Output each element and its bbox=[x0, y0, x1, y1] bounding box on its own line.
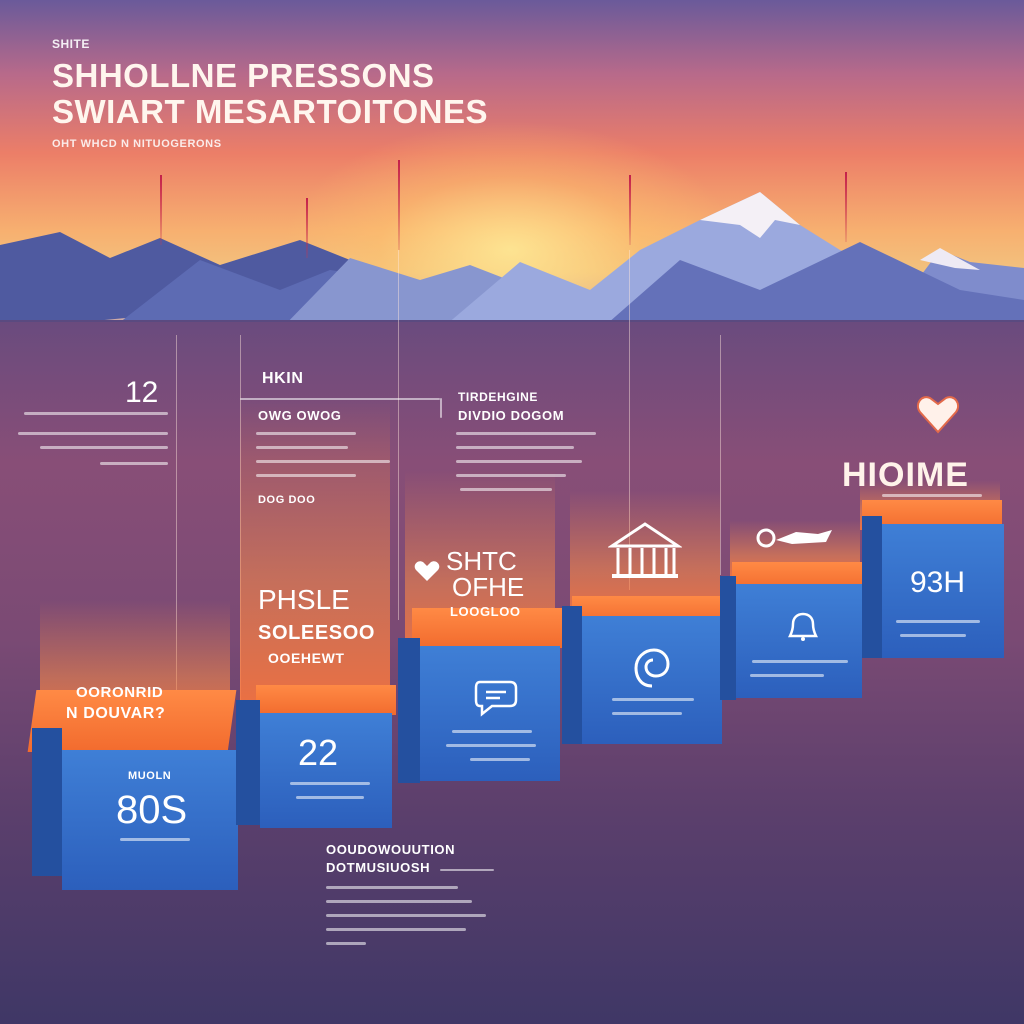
col6-line-1 bbox=[882, 494, 982, 497]
footer-line-1 bbox=[326, 886, 458, 889]
box-3-side bbox=[398, 638, 420, 783]
col1-value: 80S bbox=[116, 788, 188, 832]
col2-heading: OWG OWOG bbox=[258, 408, 342, 423]
col6-value: 93H bbox=[910, 566, 966, 599]
pole-1 bbox=[160, 175, 162, 245]
col3-line-5 bbox=[460, 488, 552, 491]
title-line-1: SHHOLLNE PRESSONS bbox=[52, 57, 435, 94]
bell-icon bbox=[787, 612, 819, 641]
footer-heading-1: OOUDOWOUUTION bbox=[326, 842, 456, 857]
chat-icon bbox=[474, 680, 518, 717]
col1-line-1 bbox=[24, 412, 168, 415]
footer-line-5 bbox=[326, 942, 366, 945]
col2-line-3 bbox=[256, 460, 390, 463]
pole-4 bbox=[629, 175, 631, 245]
box-2-side bbox=[236, 700, 260, 825]
box-4-side bbox=[562, 606, 582, 744]
spa-icon bbox=[756, 528, 832, 548]
box-3-line-3 bbox=[470, 758, 530, 761]
pole-2 bbox=[306, 198, 308, 258]
heart-icon bbox=[916, 396, 960, 434]
box-5-side bbox=[720, 576, 736, 700]
box-1-side bbox=[32, 728, 62, 876]
box-5-line-2 bbox=[750, 674, 824, 677]
footer-heading-2: DOTMUSIUOSH bbox=[326, 860, 431, 875]
title-line-2: SWIART MESARTOITONES bbox=[52, 93, 488, 130]
guide-3 bbox=[398, 250, 399, 620]
footer-line-2 bbox=[326, 900, 472, 903]
col2-card-line-1: PHSLE bbox=[258, 584, 350, 615]
box-5-line-1 bbox=[752, 660, 848, 663]
tagline: OHT WHCD N NITUOGERONS bbox=[52, 138, 222, 150]
footer-rule bbox=[440, 869, 494, 871]
col1-line-2 bbox=[18, 432, 168, 435]
box-2-line-1 bbox=[290, 782, 370, 785]
col1-line-3 bbox=[40, 446, 168, 449]
top-label: SHITE bbox=[52, 37, 90, 51]
infographic: SHITE SHHOLLNE PRESSONS SWIART MESARTOIT… bbox=[0, 0, 1024, 1024]
col1-line-4 bbox=[100, 462, 168, 465]
col3-card-line-2: OFHE bbox=[452, 572, 525, 602]
box-4-line-2 bbox=[612, 712, 682, 715]
col1-value-small: MUOLN bbox=[128, 770, 172, 782]
col3-line-4 bbox=[456, 474, 566, 477]
col2-connector-drop bbox=[440, 398, 442, 418]
box-1-line bbox=[120, 838, 190, 841]
pole-3 bbox=[398, 160, 400, 250]
col3-heading-1: TIRDEHGINE bbox=[458, 390, 539, 404]
col2-line-4 bbox=[256, 474, 356, 477]
col3-card-line-3: LOOGLOO bbox=[450, 604, 521, 619]
footer-line-4 bbox=[326, 928, 466, 931]
pole-5 bbox=[845, 172, 847, 242]
col1-overlay-text-2: N DOUVAR? bbox=[66, 705, 166, 722]
mountain-range bbox=[0, 192, 1024, 330]
col3-line-1 bbox=[456, 432, 596, 435]
box-6-side bbox=[862, 516, 882, 658]
guide-5 bbox=[720, 335, 721, 575]
col3-line-3 bbox=[456, 460, 582, 463]
col3-line-2 bbox=[456, 446, 574, 449]
spiral-icon bbox=[634, 648, 670, 688]
col6-head-word: HIOIME bbox=[842, 456, 969, 494]
box-6-line-1 bbox=[896, 620, 980, 623]
col1-label: 12 bbox=[125, 376, 159, 409]
col2-card-line-2: SOLEESOO bbox=[258, 622, 376, 644]
col2-label: HKIN bbox=[262, 370, 304, 387]
col3-heading-2: DIVDIO DOGOM bbox=[458, 408, 565, 423]
building-icon bbox=[608, 522, 682, 578]
col2-connector bbox=[240, 398, 440, 400]
box-3-line-2 bbox=[446, 744, 536, 747]
col2-line-2 bbox=[256, 446, 348, 449]
box-6-line-2 bbox=[900, 634, 966, 637]
heart-small-icon bbox=[414, 561, 440, 581]
col2-value: 22 bbox=[298, 732, 339, 773]
box-2-top bbox=[256, 685, 396, 715]
col2-line-1 bbox=[256, 432, 356, 435]
box-4-line-1 bbox=[612, 698, 694, 701]
col2-card-line-3: OOEHEWT bbox=[268, 650, 345, 666]
col1-overlay-text: OORONRID bbox=[76, 684, 164, 701]
box-3-line-1 bbox=[452, 730, 532, 733]
col2-small: DOG DOO bbox=[258, 494, 316, 506]
box-2-line-2 bbox=[296, 796, 364, 799]
footer-line-3 bbox=[326, 914, 486, 917]
